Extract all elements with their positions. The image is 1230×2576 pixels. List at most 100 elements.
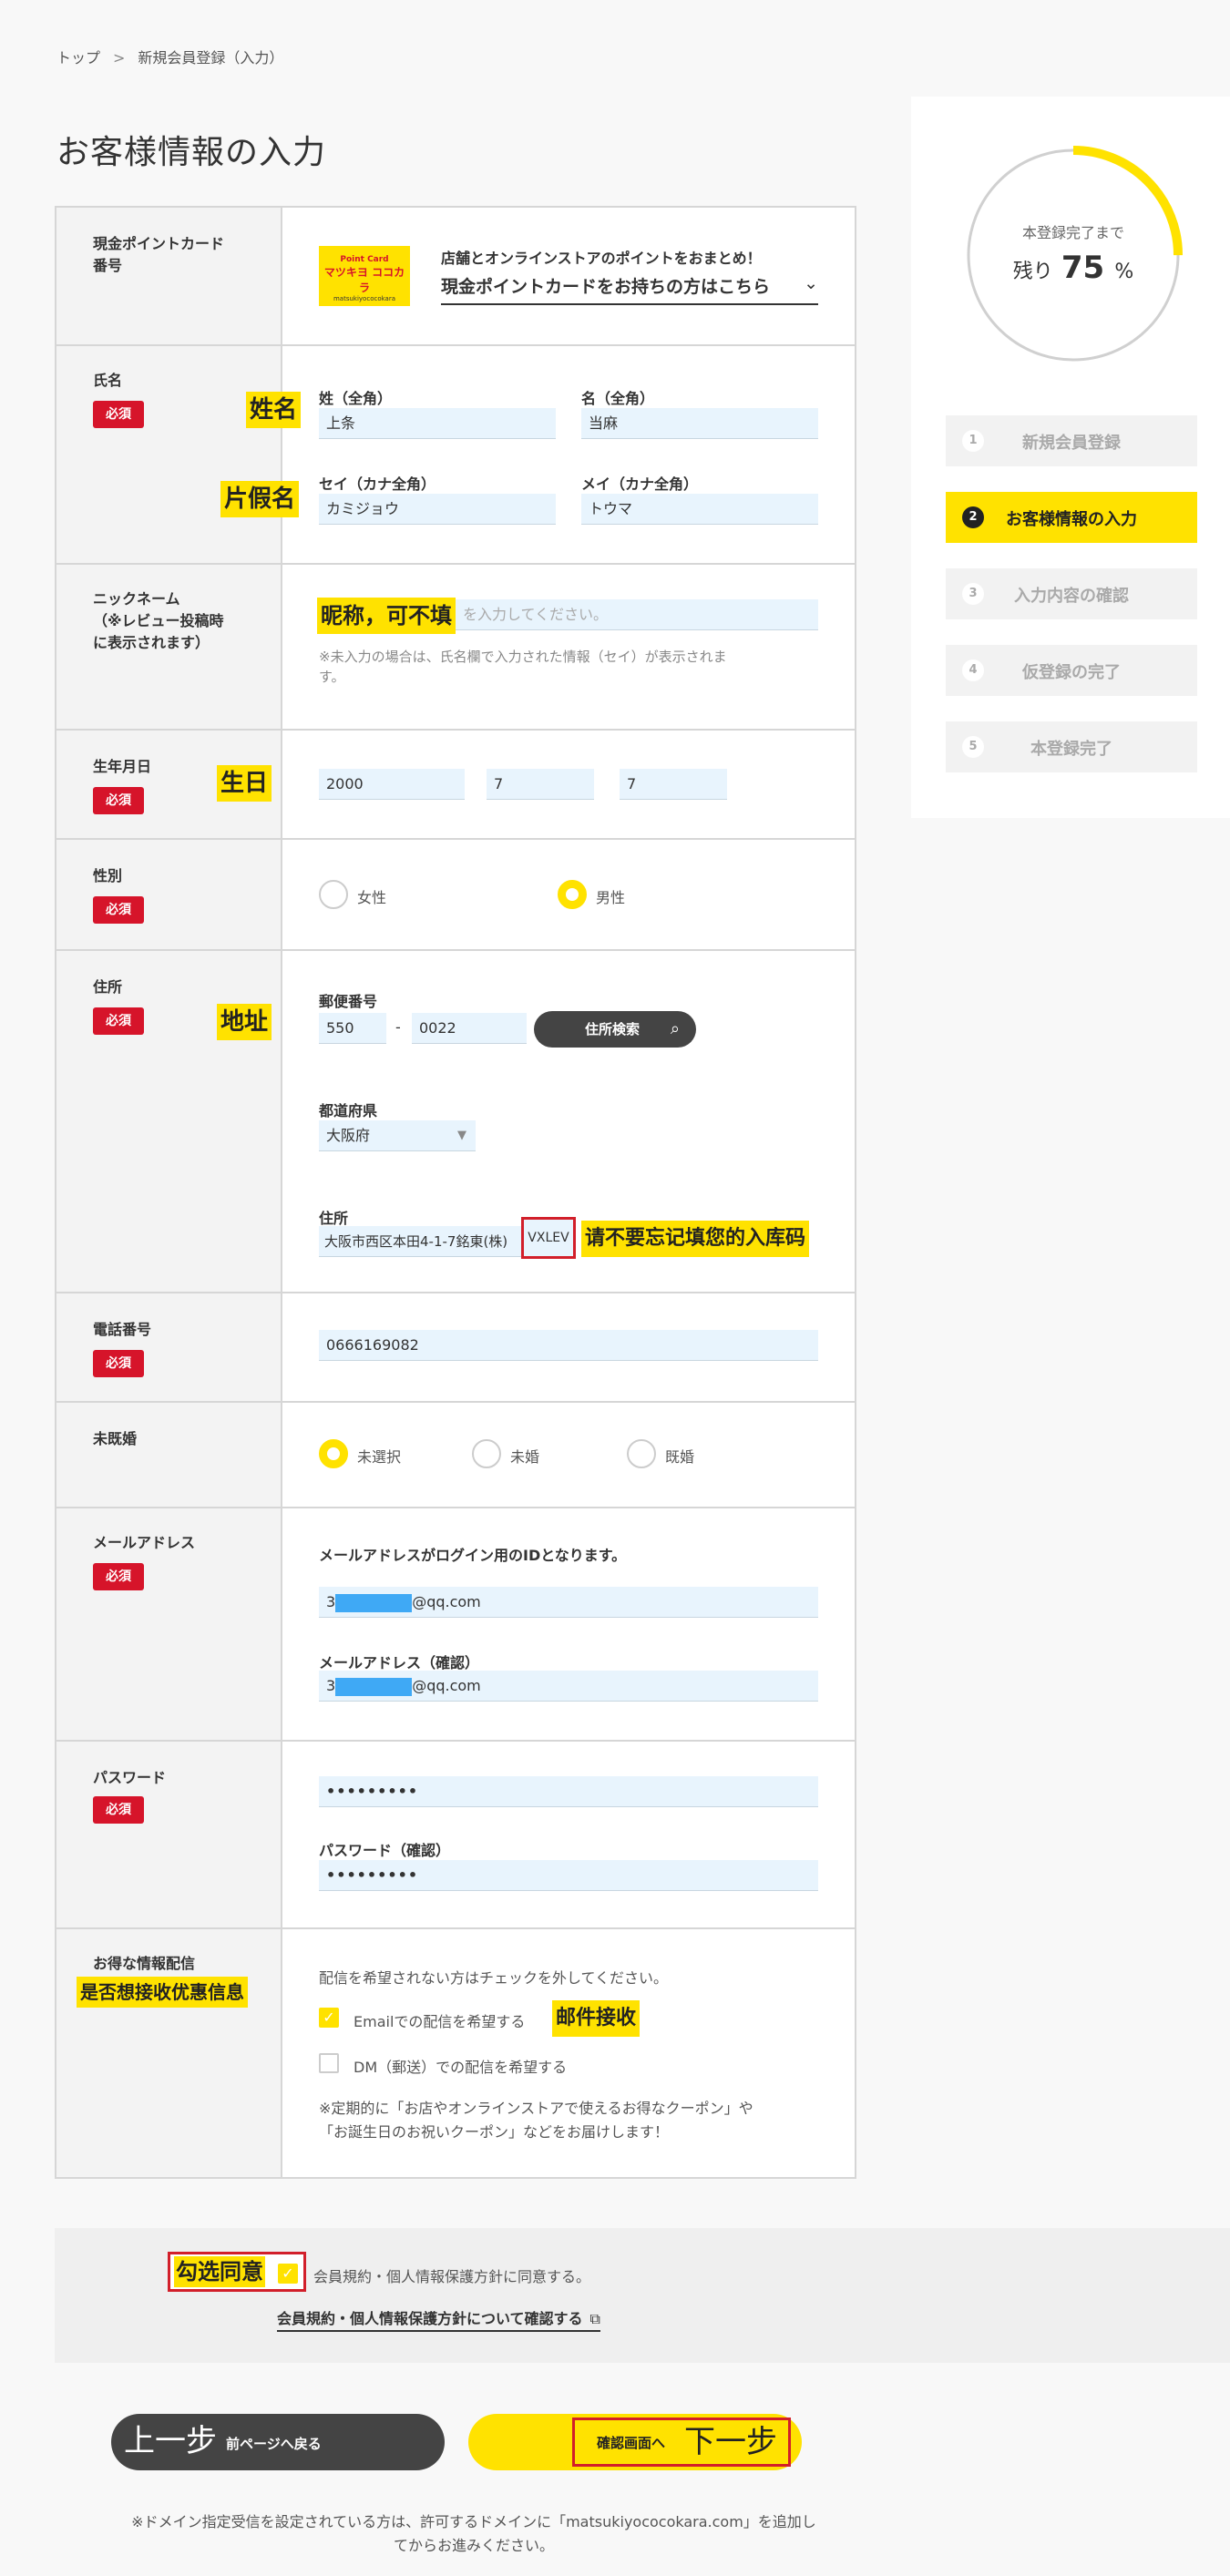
name-label: 氏名: [93, 372, 123, 389]
annotation-email-opt: 邮件接收: [552, 2000, 641, 2037]
marital-married-radio[interactable]: [627, 1439, 656, 1468]
point-card-link[interactable]: 現金ポイントカードをお持ちの方はこちら ⌄: [441, 273, 818, 305]
gender-label: 性別: [93, 867, 123, 884]
zip2-input[interactable]: 0022: [412, 1013, 527, 1044]
step-2: 2 お客様情報の入力: [946, 492, 1197, 543]
zip1-input[interactable]: 550: [319, 1013, 386, 1044]
next-button-label: 確認画面へ: [597, 2435, 666, 2451]
agree-terms-link[interactable]: 会員規約・個人情報保護方針について確認する ⧉: [277, 2306, 600, 2332]
point-card-promo: 店舗とオンラインストアのポイントをおまとめ！: [441, 250, 762, 267]
mei-label: 名（全角）: [581, 390, 655, 407]
agreement-box: 勾选同意 ✓ 会員規約・個人情報保護方針に同意する。 会員規約・個人情報保護方針…: [55, 2228, 1230, 2363]
zip-dash: -: [395, 1018, 401, 1036]
nickname-note: ※未入力の場合は、氏名欄で入力された情報（セイ）が表示されま す。: [319, 649, 727, 685]
newsletter-note: 配信を希望されない方はチェックを外してください。: [319, 1969, 669, 1987]
street-address-label: 住所: [319, 1210, 349, 1227]
annotation-warehouse-code: 请不要忘记填您的入库码: [581, 1221, 810, 1257]
prefecture-select[interactable]: 大阪府 ▼: [319, 1120, 476, 1151]
redaction-mask: [335, 1593, 413, 1612]
marital-label: 未既婚: [93, 1430, 138, 1447]
gender-male-label: 男性: [596, 889, 626, 906]
prefecture-label: 都道府県: [319, 1102, 378, 1119]
gender-male-radio[interactable]: [558, 880, 587, 909]
marital-unselected-radio[interactable]: [319, 1439, 348, 1468]
next-annotation-box: 確認画面へ 下一步: [572, 2418, 791, 2467]
sei-kana-input[interactable]: カミジョウ: [319, 494, 556, 525]
annotation-birthday: 生日: [217, 765, 272, 802]
breadcrumb-current: 新規会員登録（入力）: [138, 49, 284, 66]
email-opt-label: Emailでの配信を希望する: [354, 2013, 526, 2030]
progress-caption: 本登録完了まで: [1021, 224, 1124, 241]
annotation-agree: 勾选同意: [174, 2256, 265, 2287]
phone-label: 電話番号: [93, 1321, 152, 1338]
step-label: 本登録完了: [1030, 740, 1112, 759]
sei-input[interactable]: 上条: [319, 408, 556, 439]
row-divider: [56, 1507, 855, 1508]
annotation-nickname: 昵称，可不填: [317, 598, 456, 634]
row-divider: [56, 1401, 855, 1403]
mei-input[interactable]: 当麻: [581, 408, 818, 439]
address-search-button[interactable]: 住所検索 ⌕: [534, 1011, 696, 1048]
phone-input[interactable]: 0666169082: [319, 1330, 818, 1361]
required-badge: 必須: [93, 787, 144, 814]
row-divider: [56, 1927, 855, 1929]
dm-opt-checkbox[interactable]: [319, 2053, 339, 2073]
email-confirm-input[interactable]: 3 @qq.com: [319, 1671, 818, 1702]
progress-remaining: 残り 75 %: [964, 250, 1183, 286]
password-confirm-input[interactable]: •••••••••: [319, 1860, 818, 1891]
step-label: お客様情報の入力: [1006, 510, 1137, 529]
nickname-label: ニックネーム （※レビュー投稿時 に表示されます）: [93, 590, 224, 651]
required-badge: 必須: [93, 1350, 144, 1377]
chevron-down-icon: ▼: [457, 1129, 466, 1142]
marital-option-label: 未婚: [510, 1448, 540, 1466]
next-button[interactable]: 確認画面へ 下一步: [468, 2414, 802, 2470]
email-input[interactable]: 3 @qq.com: [319, 1587, 818, 1618]
gender-female-radio[interactable]: [319, 880, 348, 909]
step-label: 新規会員登録: [1022, 434, 1121, 453]
annotation-newsletter: 是否想接收优惠信息: [77, 1977, 248, 2008]
step-1: 1 新規会員登録: [946, 415, 1197, 466]
birthday-label: 生年月日: [93, 758, 152, 775]
birth-year-input[interactable]: 2000: [319, 769, 465, 800]
required-badge: 必須: [93, 896, 144, 924]
marital-option-label: 既婚: [665, 1448, 695, 1466]
nickname-placeholder: を入力してください。: [463, 606, 609, 623]
annotation-kana: 片假名: [220, 481, 300, 517]
mei-kana-input[interactable]: トウマ: [581, 494, 818, 525]
external-link-icon: ⧉: [589, 2310, 600, 2327]
required-badge: 必須: [93, 401, 144, 428]
annotation-address: 地址: [217, 1004, 272, 1040]
password-input[interactable]: •••••••••: [319, 1776, 818, 1807]
sei-label: 姓（全角）: [319, 390, 393, 407]
progress-unit: %: [1114, 261, 1134, 283]
row-divider: [56, 1740, 855, 1742]
address-label: 住所: [93, 978, 123, 996]
point-card-label: 現金ポイントカード 番号: [93, 235, 225, 274]
agree-annotation-box: 勾选同意 ✓: [168, 2252, 306, 2292]
step-label: 仮登録の完了: [1022, 663, 1121, 682]
street-address-input[interactable]: 大阪市西区本田4-1-7銘東(株): [319, 1226, 525, 1257]
agree-checkbox[interactable]: ✓: [278, 2264, 298, 2284]
required-badge: 必須: [93, 1796, 144, 1824]
birth-day-input[interactable]: 7: [620, 769, 727, 800]
breadcrumb-home[interactable]: トップ: [56, 49, 100, 66]
sei-kana-label: セイ（カナ全角）: [319, 475, 436, 493]
newsletter-label: お得な情報配信: [93, 1955, 196, 1972]
step-3: 3 入力内容の確認: [946, 568, 1197, 619]
marital-single-radio[interactable]: [472, 1439, 501, 1468]
email-confirm-label: メールアドレス（確認）: [319, 1654, 480, 1671]
dm-opt-label: DM（郵送）での配信を希望する: [354, 2059, 568, 2076]
progress-prefix: 残り: [1012, 261, 1053, 283]
agree-text: 会員規約・個人情報保護方針に同意する。: [313, 2268, 591, 2285]
birth-month-input[interactable]: 7: [487, 769, 594, 800]
email-opt-checkbox[interactable]: ✓: [319, 2008, 339, 2028]
email-note: メールアドレスがログイン用のIDとなります。: [319, 1547, 627, 1564]
back-button[interactable]: 上一步 前ページへ戻る: [111, 2414, 445, 2470]
annotation-name: 姓名: [246, 392, 302, 428]
required-badge: 必須: [93, 1007, 144, 1035]
warehouse-code: VXLEV: [521, 1217, 576, 1259]
row-divider: [56, 729, 855, 731]
password-confirm-label: パスワード（確認）: [319, 1842, 451, 1859]
row-divider: [56, 949, 855, 951]
redaction-mask: [335, 1677, 413, 1696]
